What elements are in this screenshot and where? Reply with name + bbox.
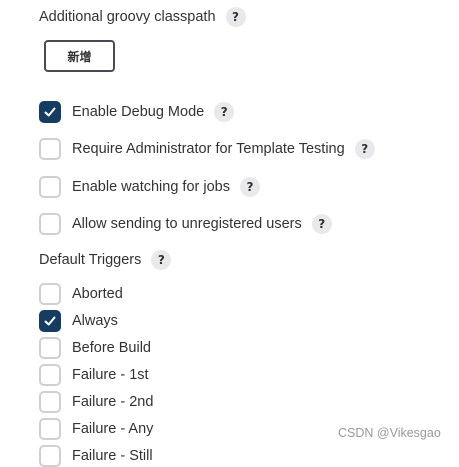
allow-unregistered-checkbox[interactable] [39, 213, 61, 235]
trigger-failure-2nd-label: Failure - 2nd [72, 394, 154, 410]
classpath-label: Additional groovy classpath [39, 9, 216, 25]
trigger-failure-still[interactable]: Failure - Still [39, 445, 153, 467]
trigger-aborted[interactable]: Aborted [39, 283, 123, 305]
enable-debug-mode-help-icon[interactable]: ? [214, 102, 235, 122]
trigger-failure-1st-checkbox[interactable] [39, 364, 61, 386]
enable-debug-mode-label: Enable Debug Mode [72, 104, 205, 120]
trigger-failure-still-label: Failure - Still [72, 448, 153, 464]
enable-watching-checkbox[interactable] [39, 176, 61, 198]
trigger-failure-still-checkbox[interactable] [39, 445, 61, 467]
check-icon [44, 316, 56, 326]
trigger-failure-1st-label: Failure - 1st [72, 367, 149, 383]
trigger-failure-2nd-checkbox[interactable] [39, 391, 61, 413]
option-enable-debug-mode[interactable]: Enable Debug Mode ? [39, 101, 235, 123]
trigger-aborted-checkbox[interactable] [39, 283, 61, 305]
classpath-section: Additional groovy classpath ? [39, 7, 246, 27]
option-allow-unregistered-users[interactable]: Allow sending to unregistered users ? [39, 213, 332, 235]
trigger-before-build-label: Before Build [72, 340, 151, 356]
allow-unregistered-help-icon[interactable]: ? [311, 214, 332, 234]
default-triggers-help-icon[interactable]: ? [151, 250, 172, 270]
trigger-failure-any-checkbox[interactable] [39, 418, 61, 440]
trigger-before-build-checkbox[interactable] [39, 337, 61, 359]
allow-unregistered-label: Allow sending to unregistered users [72, 216, 302, 232]
default-triggers-label: Default Triggers [39, 252, 142, 268]
trigger-aborted-label: Aborted [72, 286, 123, 302]
enable-watching-label: Enable watching for jobs [72, 179, 230, 195]
default-triggers-section: Default Triggers ? [39, 250, 172, 270]
classpath-help-icon[interactable]: ? [225, 7, 246, 27]
trigger-before-build[interactable]: Before Build [39, 337, 151, 359]
enable-debug-mode-checkbox[interactable] [39, 101, 61, 123]
trigger-always-label: Always [72, 313, 118, 329]
trigger-failure-any[interactable]: Failure - Any [39, 418, 153, 440]
option-enable-watching-jobs[interactable]: Enable watching for jobs ? [39, 176, 260, 198]
require-admin-checkbox[interactable] [39, 138, 61, 160]
option-require-admin-template-testing[interactable]: Require Administrator for Template Testi… [39, 138, 375, 160]
trigger-always-checkbox[interactable] [39, 310, 61, 332]
check-icon [44, 107, 56, 117]
require-admin-help-icon[interactable]: ? [354, 139, 375, 159]
trigger-always[interactable]: Always [39, 310, 118, 332]
trigger-failure-1st[interactable]: Failure - 1st [39, 364, 149, 386]
trigger-failure-any-label: Failure - Any [72, 421, 154, 437]
enable-watching-help-icon[interactable]: ? [240, 177, 260, 197]
add-classpath-button[interactable]: 新增 [44, 40, 115, 72]
require-admin-label: Require Administrator for Template Testi… [72, 141, 345, 157]
csdn-watermark: CSDN @Vikesgao [338, 426, 441, 440]
trigger-failure-2nd[interactable]: Failure - 2nd [39, 391, 153, 413]
